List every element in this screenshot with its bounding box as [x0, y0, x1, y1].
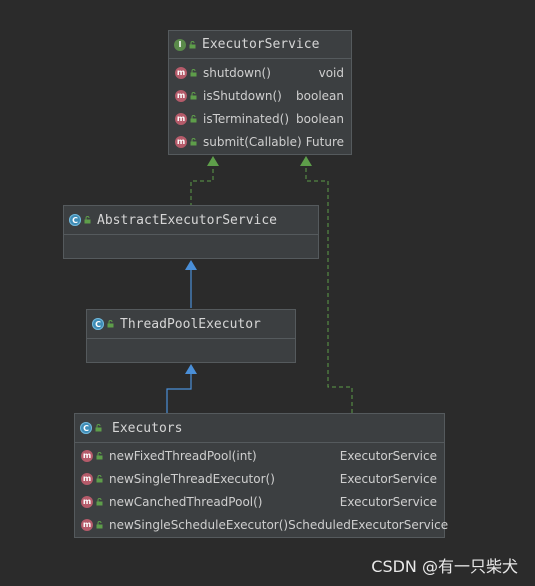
- method-row[interactable]: m newSingleThreadExecutor() ExecutorServ…: [75, 467, 444, 490]
- extends-line-executors: [166, 372, 192, 413]
- implements-arrowhead-executors: [300, 156, 312, 166]
- public-lock-icon: [107, 320, 114, 328]
- public-lock-icon: [190, 68, 197, 76]
- interface-icon: I: [174, 38, 186, 51]
- method-icon: m: [175, 89, 187, 102]
- method-name: submit(Callable): [203, 134, 302, 149]
- executor-service-header: I ExecutorService: [169, 31, 351, 59]
- method-name: isShutdown(): [203, 88, 282, 103]
- public-lock-icon: [190, 114, 197, 122]
- method-icon: m: [81, 518, 93, 531]
- public-lock-icon: [84, 216, 91, 224]
- public-lock-icon: [189, 40, 196, 48]
- thread-pool-executor-node[interactable]: C ThreadPoolExecutor: [86, 309, 296, 363]
- class-title: Executors: [112, 420, 183, 436]
- return-type: ScheduledExecutorService: [288, 517, 449, 532]
- method-row[interactable]: m submit(Callable) Future: [169, 130, 351, 153]
- method-icon: m: [81, 495, 93, 508]
- method-row[interactable]: m newCanchedThreadPool() ExecutorService: [75, 490, 444, 513]
- abstract-executor-service-node[interactable]: C AbstractExecutorService: [63, 205, 319, 259]
- method-name: isTerminated(): [203, 111, 290, 126]
- method-icon: m: [175, 135, 187, 148]
- class-icon: C: [80, 422, 92, 434]
- method-name: newSingleScheduleExecutor(): [109, 517, 289, 532]
- thread-pool-executor-header: C ThreadPoolExecutor: [87, 310, 295, 339]
- method-icon: m: [175, 112, 187, 125]
- public-lock-icon: [95, 424, 102, 432]
- return-type: boolean: [296, 111, 344, 126]
- watermark: CSDN @有一只柴犬: [371, 557, 518, 576]
- class-title: AbstractExecutorService: [97, 212, 278, 228]
- class-title: ExecutorService: [202, 37, 320, 52]
- return-type: ExecutorService: [339, 448, 437, 463]
- executors-header: C Executors: [75, 414, 444, 443]
- implements-line-abstract: [190, 164, 214, 207]
- method-name: shutdown(): [203, 65, 271, 80]
- abstract-executor-service-header: C AbstractExecutorService: [64, 206, 318, 235]
- return-type: ExecutorService: [339, 494, 437, 509]
- members-section: [87, 339, 295, 360]
- return-type: ExecutorService: [339, 471, 437, 486]
- method-row[interactable]: m isShutdown() boolean: [169, 84, 351, 107]
- method-row[interactable]: m newSingleScheduleExecutor() ScheduledE…: [75, 513, 448, 536]
- method-name: newCanchedThreadPool(): [109, 494, 263, 509]
- method-icon: m: [81, 472, 93, 485]
- implements-arrowhead-abstract: [207, 156, 219, 166]
- method-row[interactable]: m shutdown() void: [169, 61, 351, 84]
- public-lock-icon: [96, 474, 103, 482]
- public-lock-icon: [96, 497, 103, 505]
- method-icon: m: [175, 66, 187, 79]
- implements-line-executors: [305, 164, 353, 413]
- return-type: void: [318, 65, 344, 80]
- class-icon: C: [92, 318, 104, 330]
- method-row[interactable]: m isTerminated() boolean: [169, 107, 351, 130]
- extends-arrowhead-executors: [185, 364, 197, 374]
- method-name: newFixedThreadPool(int): [109, 448, 257, 463]
- public-lock-icon: [96, 451, 103, 459]
- public-lock-icon: [96, 520, 103, 528]
- public-lock-icon: [190, 91, 197, 99]
- return-type: Future: [305, 134, 344, 149]
- executors-node[interactable]: C Executors m newFixedThreadPool(int) Ex…: [74, 413, 448, 538]
- method-icon: m: [81, 449, 93, 462]
- abstract-class-icon: C: [69, 214, 81, 226]
- method-name: newSingleThreadExecutor(): [109, 471, 275, 486]
- extends-arrowhead-threadpool: [185, 260, 197, 270]
- members-section: [64, 235, 318, 256]
- executor-service-node[interactable]: I ExecutorService m shutdown() void m is…: [168, 30, 352, 155]
- method-row[interactable]: m newFixedThreadPool(int) ExecutorServic…: [75, 444, 444, 467]
- return-type: boolean: [296, 88, 344, 103]
- public-lock-icon: [190, 137, 197, 145]
- class-title: ThreadPoolExecutor: [120, 316, 261, 332]
